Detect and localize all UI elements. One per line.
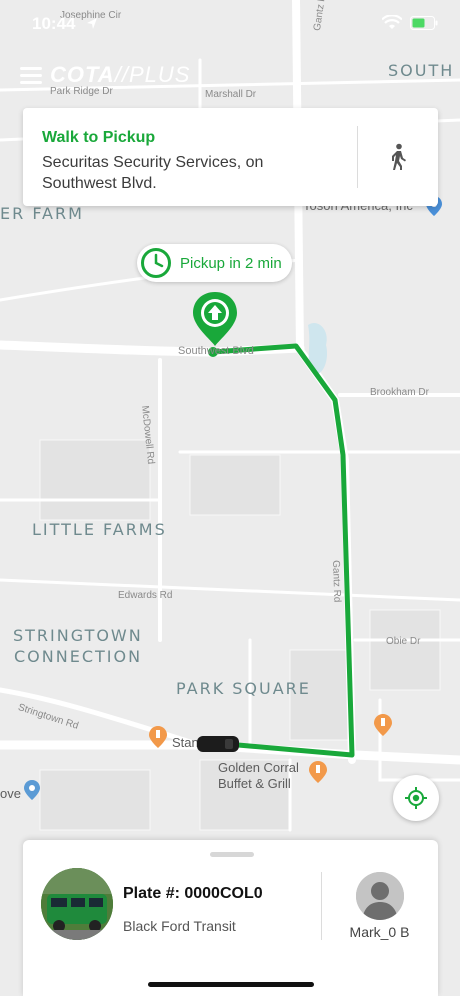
restaurant-pin-icon[interactable] [374,714,392,736]
sheet-drag-handle[interactable] [210,852,254,857]
road-label: Marshall Dr [205,89,257,100]
vehicle-plate: Plate #: 0000COL0 [123,885,263,902]
road-label: Obie Dr [386,636,421,647]
trip-details-sheet[interactable]: Plate #: 0000COL0 Black Ford Transit Mar… [23,840,438,996]
person-avatar-icon [356,872,404,920]
road-label: Edwards Rd [118,590,173,601]
status-time: 10:44 [32,14,76,33]
restaurant-pin-icon[interactable] [309,761,327,783]
walking-person-icon [392,143,406,170]
status-bar: 10:44 [0,0,460,48]
clock-icon [141,248,171,278]
status-icons [382,15,438,31]
vehicle-van-image [41,868,113,940]
wifi-icon [382,15,402,29]
area-label: LITTLE FARMS [32,520,167,539]
area-label: SOUTH [388,61,455,80]
recenter-location-button[interactable] [393,775,439,821]
driver-name: Mark_0 B [349,924,410,940]
area-label: ER FARM [0,204,84,223]
vehicle-marker-icon[interactable] [195,733,241,755]
menu-icon[interactable] [20,65,44,85]
location-arrow-icon [87,18,97,29]
vehicle-photo [41,868,113,940]
area-label: CONNECTION [14,647,143,666]
pickup-eta-text: Pickup in 2 min [180,254,282,272]
location-pin-icon[interactable] [24,780,40,800]
vehicle-description: Black Ford Transit [123,918,236,934]
road-label: Gantz Rd [330,560,343,603]
poi-label: Buffet & Grill [218,776,291,791]
driver-avatar[interactable] [356,872,404,920]
road-label: Brookham Dr [370,387,429,398]
battery-icon [410,16,438,30]
pickup-marker-icon[interactable] [189,290,241,350]
home-indicator[interactable] [148,982,314,987]
app-logo: COTA//PLUS [50,62,191,87]
pickup-card[interactable]: Walk to Pickup Securitas Security Servic… [23,108,438,206]
walk-mode-button[interactable] [358,108,438,206]
pickup-eta-bubble: Pickup in 2 min [137,244,292,282]
restaurant-pin-icon[interactable] [149,726,167,748]
poi-label: Golden Corral [218,760,299,775]
crosshair-icon [405,787,427,809]
area-label: PARK SQUARE [176,679,311,698]
pickup-title: Walk to Pickup [42,129,156,146]
pickup-address: Securitas Security Services, on Southwes… [42,154,264,192]
app-header: COTA//PLUS [20,58,190,92]
area-label: STRINGTOWN [13,626,143,645]
poi-label: ove [0,786,21,801]
